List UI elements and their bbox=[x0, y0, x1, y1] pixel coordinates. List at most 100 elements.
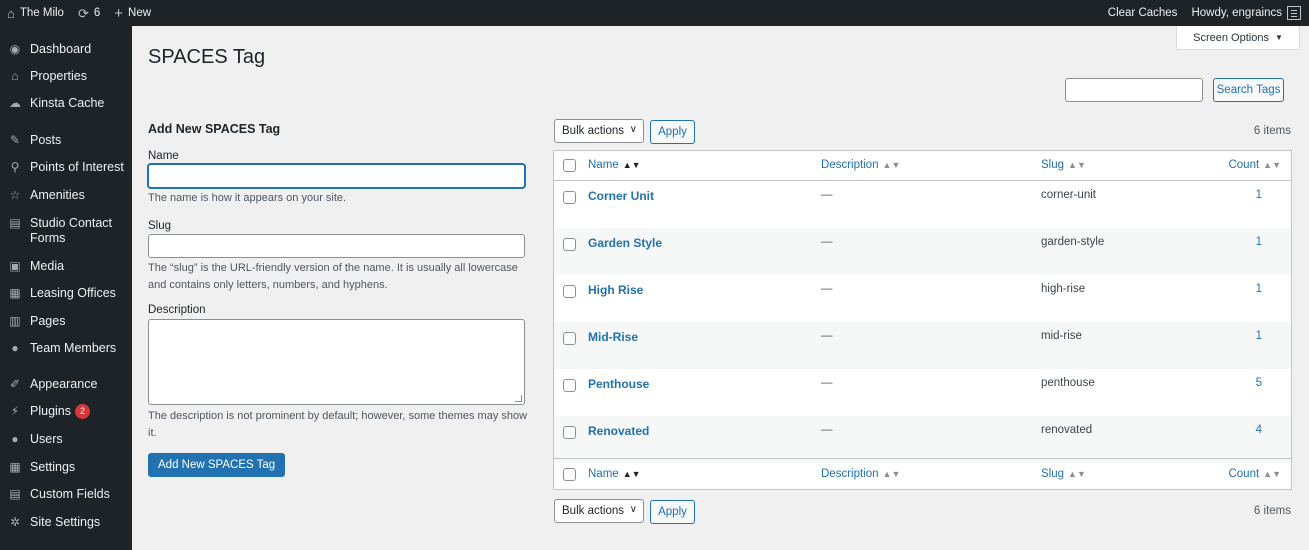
sort-by-slug[interactable]: Slug ▲▼ bbox=[1041, 159, 1086, 171]
apply-button-top[interactable]: Apply bbox=[650, 120, 695, 144]
tag-description: — bbox=[821, 424, 833, 436]
sort-by-name[interactable]: Name ▲▼ bbox=[588, 159, 641, 171]
items-count-top: 6 items bbox=[1253, 125, 1291, 137]
sidebar-item-plugins[interactable]: ⚡ Plugins 2 bbox=[0, 404, 132, 419]
sort-by-description[interactable]: Description ▲▼ bbox=[821, 159, 900, 171]
bulk-actions-select-top[interactable]: Bulk actions ∨ bbox=[554, 119, 644, 143]
sidebar-item-appearance[interactable]: ✐ Appearance bbox=[0, 377, 132, 392]
sidebar-item-properties[interactable]: ⌂ Properties bbox=[0, 69, 132, 84]
sidebar-item-settings[interactable]: ▦ Settings bbox=[0, 460, 132, 475]
updates-link[interactable]: ⟳ 6 bbox=[71, 0, 107, 26]
search-tags-input[interactable] bbox=[1065, 78, 1203, 102]
tag-name-link[interactable]: Corner Unit bbox=[588, 189, 654, 203]
tag-count-link[interactable]: 1 bbox=[1256, 236, 1262, 248]
sort-by-description-footer[interactable]: Description ▲▼ bbox=[821, 468, 900, 480]
count-column-label: Count bbox=[1228, 468, 1260, 480]
new-label: New bbox=[128, 7, 152, 19]
avatar bbox=[1287, 6, 1301, 20]
bulk-actions-label: Bulk actions bbox=[562, 505, 625, 517]
select-all-checkbox-footer[interactable] bbox=[563, 468, 576, 481]
add-form-heading: Add New SPACES Tag bbox=[148, 122, 281, 136]
name-label: Name bbox=[148, 150, 179, 162]
sidebar-item-custom-fields[interactable]: ▤ Custom Fields bbox=[0, 487, 132, 502]
sidebar-item-label: Appearance bbox=[30, 377, 98, 391]
tag-count-link[interactable]: 1 bbox=[1256, 189, 1262, 201]
table-row: Penthouse — penthouse 5 bbox=[554, 369, 1291, 416]
account-menu[interactable]: Howdy, engraincs bbox=[1184, 0, 1309, 26]
sort-by-count[interactable]: Count ▲▼ bbox=[1228, 159, 1281, 171]
new-content-link[interactable]: + New bbox=[107, 0, 158, 26]
row-checkbox[interactable] bbox=[563, 285, 576, 298]
tag-name-link[interactable]: Mid-Rise bbox=[588, 330, 638, 344]
sidebar-item-label: Site Settings bbox=[30, 515, 101, 529]
tag-count-link[interactable]: 5 bbox=[1256, 377, 1262, 389]
description-textarea[interactable] bbox=[148, 319, 525, 405]
sidebar-item-studio-contact-forms[interactable]: ▤ Studio Contact Forms bbox=[0, 216, 132, 246]
location-icon: ⚲ bbox=[10, 160, 20, 174]
pages-icon: ▥ bbox=[9, 314, 21, 328]
clear-caches-label: Clear Caches bbox=[1107, 7, 1178, 19]
apply-label: Apply bbox=[658, 506, 687, 518]
sidebar-item-dashboard[interactable]: ◉ Dashboard bbox=[0, 42, 132, 57]
resize-handle-icon[interactable] bbox=[515, 395, 522, 402]
select-all-checkbox[interactable] bbox=[563, 159, 576, 172]
sidebar-item-points-of-interest[interactable]: ⚲ Points of Interest bbox=[0, 160, 132, 175]
table-footer-row: Name ▲▼ Description ▲▼ Slug ▲▼ Count ▲▼ bbox=[554, 458, 1291, 489]
sidebar-item-site-settings[interactable]: ✲ Site Settings bbox=[0, 515, 132, 530]
sidebar-item-posts[interactable]: ✎ Posts bbox=[0, 133, 132, 148]
sort-icon: ▲▼ bbox=[882, 160, 901, 170]
description-help: The description is not prominent by defa… bbox=[148, 410, 528, 439]
calendar-icon: ▤ bbox=[9, 216, 21, 230]
tag-slug: high-rise bbox=[1041, 283, 1086, 295]
row-checkbox[interactable] bbox=[563, 238, 576, 251]
sort-icon: ▲▼ bbox=[1068, 160, 1086, 170]
tag-name-link[interactable]: Renovated bbox=[588, 424, 649, 438]
screen-options-label: Screen Options bbox=[1193, 31, 1269, 44]
users-icon: ● bbox=[11, 432, 19, 446]
items-count-bottom: 6 items bbox=[1253, 505, 1291, 517]
sort-by-name-footer[interactable]: Name ▲▼ bbox=[588, 468, 641, 480]
tag-name-link[interactable]: High Rise bbox=[588, 283, 643, 297]
sidebar-item-label: Properties bbox=[30, 69, 87, 83]
sidebar-item-team-members[interactable]: ● Team Members bbox=[0, 341, 132, 356]
sidebar-item-kinsta-cache[interactable]: ☁ Kinsta Cache bbox=[0, 96, 132, 111]
apply-button-bottom[interactable]: Apply bbox=[650, 500, 695, 524]
sort-icon: ▲▼ bbox=[622, 469, 641, 479]
name-input[interactable] bbox=[148, 164, 525, 188]
row-checkbox[interactable] bbox=[563, 191, 576, 204]
sort-icon: ▲▼ bbox=[1263, 160, 1281, 170]
tag-name-link[interactable]: Garden Style bbox=[588, 236, 662, 250]
count-column-label: Count bbox=[1228, 159, 1260, 171]
sidebar-item-label: Plugins 2 bbox=[30, 404, 132, 419]
tag-count-link[interactable]: 1 bbox=[1256, 330, 1262, 342]
sort-by-count-footer[interactable]: Count ▲▼ bbox=[1228, 468, 1281, 480]
screen-options-button[interactable]: Screen Options ▼ bbox=[1176, 26, 1300, 50]
tag-name-link[interactable]: Penthouse bbox=[588, 377, 649, 391]
tag-slug: garden-style bbox=[1041, 236, 1105, 248]
bulk-actions-select-bottom[interactable]: Bulk actions ∨ bbox=[554, 499, 644, 523]
tag-count-link[interactable]: 4 bbox=[1256, 424, 1262, 436]
clear-caches-link[interactable]: Clear Caches bbox=[1101, 0, 1185, 26]
sidebar-item-users[interactable]: ● Users bbox=[0, 432, 132, 447]
sidebar-item-pages[interactable]: ▥ Pages bbox=[0, 314, 132, 329]
tag-count-link[interactable]: 1 bbox=[1256, 283, 1262, 295]
row-checkbox[interactable] bbox=[563, 379, 576, 392]
row-checkbox[interactable] bbox=[563, 426, 576, 439]
fields-icon: ▤ bbox=[9, 487, 21, 501]
sidebar-item-amenities[interactable]: ☆ Amenities bbox=[0, 188, 132, 203]
tag-description: — bbox=[821, 189, 833, 201]
sort-by-slug-footer[interactable]: Slug ▲▼ bbox=[1041, 468, 1086, 480]
sidebar-item-label: Users bbox=[30, 432, 63, 446]
admin-bar: ⌂ The Milo ⟳ 6 + New Clear Caches Howdy,… bbox=[0, 0, 1309, 26]
sidebar-item-leasing-offices[interactable]: ▦ Leasing Offices bbox=[0, 286, 132, 301]
sidebar-item-label: Kinsta Cache bbox=[30, 96, 105, 110]
site-name-link[interactable]: ⌂ The Milo bbox=[0, 0, 71, 26]
slug-help: The “slug” is the URL-friendly version o… bbox=[148, 262, 518, 291]
slug-input[interactable] bbox=[148, 234, 525, 258]
sidebar-item-label: Amenities bbox=[30, 188, 85, 202]
row-checkbox[interactable] bbox=[563, 332, 576, 345]
triangle-down-icon: ▼ bbox=[1274, 33, 1283, 42]
search-tags-button[interactable]: Search Tags bbox=[1213, 78, 1284, 102]
sidebar-item-media[interactable]: ▣ Media bbox=[0, 259, 132, 274]
add-tag-button[interactable]: Add New SPACES Tag bbox=[148, 453, 286, 477]
